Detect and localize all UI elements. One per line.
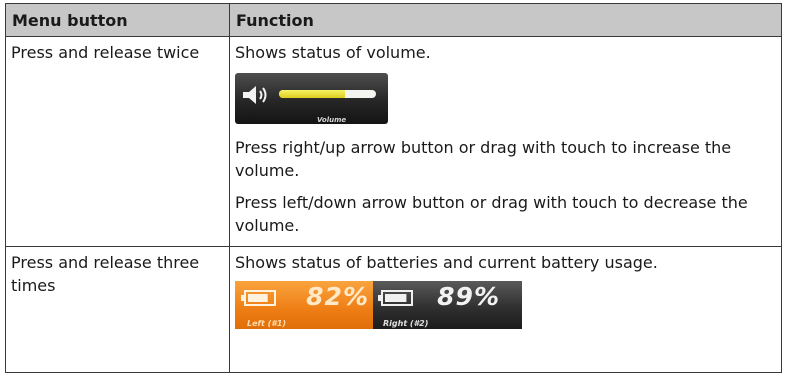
battery-icon: [241, 290, 276, 306]
battery-percent-left: 82%: [306, 282, 369, 311]
menu-button-table: Menu button Function Press and release t…: [5, 3, 782, 373]
battery-panel-right: 89% Right (#2): [373, 281, 522, 329]
volume-caption: Volume: [317, 116, 347, 124]
battery-caption-left: Left (#1): [247, 319, 287, 328]
volume-increase-note: Press right/up arrow button or drag with…: [235, 138, 732, 180]
header-function: Function: [229, 3, 782, 37]
function-cell: Shows status of batteries and current ba…: [229, 246, 782, 373]
volume-level-bar[interactable]: [279, 90, 376, 98]
function-cell: Shows status of volume. Volume Press rig…: [229, 36, 782, 247]
volume-decrease-note: Press left/down arrow button or drag wit…: [235, 193, 748, 235]
battery-percent-right: 89%: [437, 282, 500, 311]
table-header-row: Menu button Function: [5, 3, 782, 37]
battery-panel-left: 82% Left (#1): [235, 281, 373, 329]
battery-caption-right: Right (#2): [383, 319, 429, 328]
header-menu-button: Menu button: [5, 3, 230, 37]
battery-status-strip: 82% Left (#1) 89% Right (#2): [235, 281, 522, 329]
speaker-icon: [243, 86, 267, 104]
table-row: Press and release three times Shows stat…: [5, 246, 782, 373]
table-row: Press and release twice Shows status of …: [5, 36, 782, 247]
volume-indicator: Volume: [235, 73, 388, 124]
action-cell: Press and release three times: [5, 246, 230, 373]
battery-icon: [378, 290, 413, 306]
volume-level-fill: [279, 90, 345, 98]
battery-description: Shows status of batteries and current ba…: [235, 253, 658, 272]
action-cell: Press and release twice: [5, 36, 230, 247]
volume-description: Shows status of volume.: [235, 43, 431, 62]
